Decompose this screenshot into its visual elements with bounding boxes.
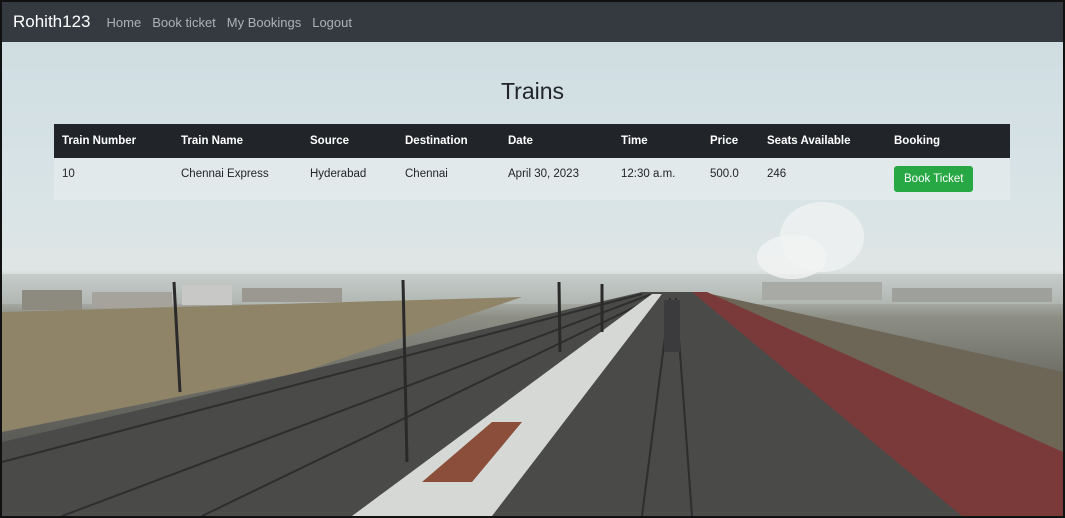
header-time: Time [613, 124, 702, 158]
nav-home[interactable]: Home [107, 15, 142, 30]
cell-destination: Chennai [397, 158, 500, 200]
header-date: Date [500, 124, 613, 158]
header-booking: Booking [886, 124, 1010, 158]
browser-frame: Rohith123 Home Book ticket My Bookings L… [0, 0, 1065, 518]
table-row: 10 Chennai Express Hyderabad Chennai Apr… [54, 158, 1010, 200]
cell-source: Hyderabad [302, 158, 397, 200]
cell-time: 12:30 a.m. [613, 158, 702, 200]
trains-table: Train Number Train Name Source Destinati… [54, 124, 1010, 200]
book-ticket-button[interactable]: Book Ticket [894, 166, 974, 192]
cell-booking: Book Ticket [886, 158, 1010, 200]
cell-seats-available: 246 [759, 158, 886, 200]
navbar: Rohith123 Home Book ticket My Bookings L… [2, 2, 1063, 42]
nav-my-bookings[interactable]: My Bookings [227, 15, 301, 30]
header-train-name: Train Name [173, 124, 302, 158]
header-seats-available: Seats Available [759, 124, 886, 158]
cell-price: 500.0 [702, 158, 759, 200]
header-train-number: Train Number [54, 124, 173, 158]
nav-logout[interactable]: Logout [312, 15, 352, 30]
brand-link[interactable]: Rohith123 [13, 12, 91, 32]
header-destination: Destination [397, 124, 500, 158]
table-header-row: Train Number Train Name Source Destinati… [54, 124, 1010, 158]
hero-background: Trains Train Number Train Name Source De… [2, 42, 1063, 516]
nav-book-ticket[interactable]: Book ticket [152, 15, 216, 30]
railyard-background-image [2, 202, 1063, 516]
header-source: Source [302, 124, 397, 158]
cell-train-number: 10 [54, 158, 173, 200]
header-price: Price [702, 124, 759, 158]
cell-date: April 30, 2023 [500, 158, 613, 200]
cell-train-name: Chennai Express [173, 158, 302, 200]
page-title: Trains [500, 78, 565, 104]
